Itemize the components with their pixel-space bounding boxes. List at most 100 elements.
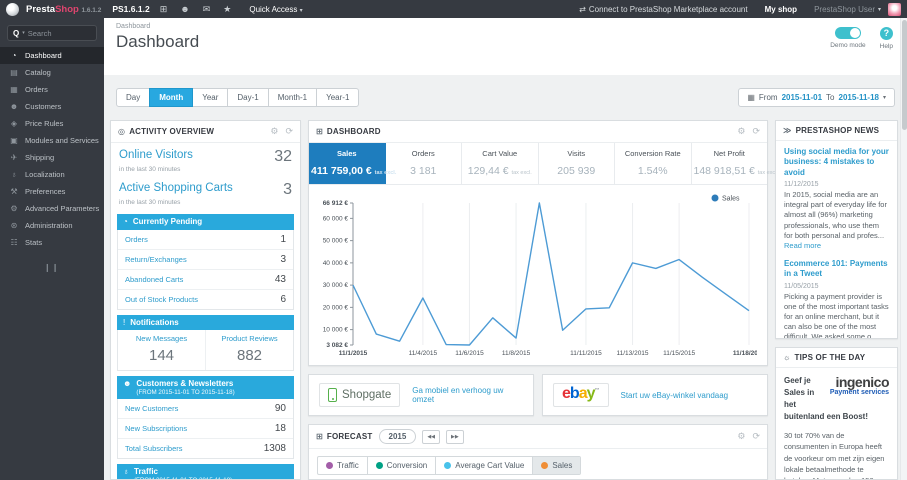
prestashop-logo[interactable] — [6, 2, 19, 16]
gear-icon[interactable]: ⚙ — [737, 126, 745, 137]
ebay-link[interactable]: Start uw eBay-winkel vandaag — [621, 391, 729, 400]
forecast-prev-button[interactable]: ◀◀ — [422, 429, 441, 444]
range-button-year-1[interactable]: Year-1 — [316, 88, 360, 107]
read-more-link[interactable]: Read more — [784, 241, 821, 250]
tab-sales[interactable]: Sales — [532, 457, 581, 474]
refresh-icon[interactable]: ⟳ — [752, 126, 760, 137]
gear-icon[interactable]: ⚙ — [270, 126, 278, 137]
breadcrumb[interactable]: Dashboard — [116, 23, 895, 30]
sidebar-item-customers[interactable]: ☻ Customers — [0, 98, 104, 115]
kpi-metrics-row: Sales 411 759,00 € tax excl. Orders 3 181 … — [309, 143, 778, 185]
shopgate-banner[interactable]: Shopgate Ga mobiel en verhoog uw omzet — [308, 374, 534, 416]
pending-row-abandoned-carts[interactable]: Abandoned Carts 43 — [118, 268, 293, 289]
ebay-banner[interactable]: ebay™ Start uw eBay-winkel vandaag — [542, 374, 768, 416]
range-button-month-1[interactable]: Month-1 — [267, 88, 318, 107]
forecast-year-pill[interactable]: 2015 — [378, 429, 417, 444]
window-scrollbar[interactable] — [900, 18, 907, 480]
sidebar-item-label: Stats — [25, 238, 43, 247]
metric-orders[interactable]: Orders 3 181 — [386, 143, 462, 184]
metric-visits[interactable]: Visits 205 939 — [539, 143, 615, 184]
mail-icon[interactable]: ✉ — [203, 4, 211, 15]
tab-conversion[interactable]: Conversion — [366, 457, 435, 474]
date-range-picker[interactable]: ▦ From 2015-11-01 To 2015-11-18 ▾ — [738, 88, 895, 107]
quick-access-menu[interactable]: Quick Access ▾ — [249, 5, 302, 14]
range-button-year[interactable]: Year — [192, 88, 229, 107]
sidebar-item-stats[interactable]: ☷ Stats — [0, 234, 104, 251]
tab-traffic[interactable]: Traffic — [318, 457, 367, 474]
news-item-title[interactable]: Ecommerce 101: Payments in a Tweet — [784, 259, 889, 280]
globe-icon: ♁ — [11, 170, 17, 179]
new-subscriptions-row[interactable]: New Subscriptions 18 — [118, 418, 293, 438]
product-reviews-cell[interactable]: Product Reviews 882 — [205, 330, 293, 371]
sidebar-item-localization[interactable]: ♁ Localization — [0, 166, 104, 183]
pending-row-out-of-stock[interactable]: Out of Stock Products 6 — [118, 288, 293, 309]
range-button-month[interactable]: Month — [149, 88, 194, 107]
metric-net-profit[interactable]: Net Profit 148 918,51 € tax excl. — [692, 143, 778, 184]
metric-cart-value[interactable]: Cart Value 129,44 € tax excl. — [462, 143, 539, 184]
news-item: Using social media for your business: 4 … — [776, 141, 897, 253]
user-menu[interactable]: PrestaShop User ▾ — [814, 5, 881, 14]
sidebar-collapse-button[interactable]: ❙❙ — [0, 251, 104, 272]
user-avatar[interactable] — [888, 2, 901, 16]
notif-label: New Messages — [135, 334, 188, 344]
search-input[interactable] — [27, 28, 86, 38]
sidebar-item-catalog[interactable]: ▤ Catalog — [0, 64, 104, 81]
sidebar-search[interactable]: Q ▾ — [7, 25, 97, 41]
tab-average-cart-value[interactable]: Average Cart Value — [435, 457, 532, 474]
traffic-dot-icon — [326, 462, 333, 469]
refresh-icon[interactable]: ⟳ — [285, 126, 293, 137]
new-messages-cell[interactable]: New Messages 144 — [118, 330, 205, 370]
news-item-title[interactable]: Using social media for your business: 4 … — [784, 147, 889, 178]
sidebar-item-advanced-parameters[interactable]: ⚙ Advanced Parameters — [0, 200, 104, 217]
activity-overview-panel: ◎ ACTIVITY OVERVIEW ⚙ ⟳ Online Visitors 32 … — [110, 120, 301, 480]
gear-icon[interactable]: ⚙ — [737, 431, 745, 442]
shopgate-link[interactable]: Ga mobiel en verhoog uw omzet — [412, 386, 523, 404]
metric-sales[interactable]: Sales 411 759,00 € tax excl. — [309, 143, 396, 184]
new-customers-row[interactable]: New Customers 90 — [118, 399, 293, 418]
help-icon[interactable]: ? — [879, 27, 893, 40]
marketplace-connect-link[interactable]: ⇄ Connect to PrestaShop Marketplace accou… — [579, 5, 747, 14]
brand-first: Presta — [26, 3, 56, 15]
shop-name[interactable]: PS1.6.1.2 — [112, 4, 149, 14]
bell-icon: ! — [123, 317, 126, 327]
sales-dot-icon — [541, 462, 549, 469]
shipping-icon: ✈ — [10, 153, 18, 162]
sidebar-item-price-rules[interactable]: ◈ Price Rules — [0, 115, 104, 132]
scrollbar-thumb[interactable] — [902, 20, 907, 130]
sidebar-item-orders[interactable]: ▦ Orders — [0, 81, 104, 98]
refresh-icon[interactable]: ⟳ — [752, 431, 760, 442]
total-subscribers-row[interactable]: Total Subscribers 1308 — [118, 438, 293, 458]
sidebar-item-dashboard[interactable]: ◔ Dashboard — [0, 47, 104, 64]
sidebar-item-shipping[interactable]: ✈ Shipping — [0, 149, 104, 166]
online-visitors-stat[interactable]: Online Visitors 32 — [111, 143, 300, 165]
notif-value: 882 — [236, 347, 263, 365]
svg-text:20 000 €: 20 000 € — [323, 304, 349, 311]
active-carts-label: Active Shopping Carts — [119, 182, 233, 194]
metric-conversion-rate[interactable]: Conversion Rate 1.54% — [615, 143, 692, 184]
customers-icon[interactable]: ☻ — [180, 4, 189, 14]
search-icon[interactable]: Q — [13, 29, 19, 38]
pending-row-orders[interactable]: Orders 1 — [118, 230, 293, 249]
trophy-icon[interactable]: ★ — [223, 4, 231, 15]
sidebar-item-administration[interactable]: ⊛ Administration — [0, 217, 104, 234]
svg-text:11/13/2015: 11/13/2015 — [616, 350, 648, 357]
catalog-icon: ▤ — [10, 68, 18, 77]
cart-icon[interactable]: ⊞ — [160, 4, 168, 15]
version-label: 1.6.1.2 — [81, 6, 102, 14]
pending-row-returns[interactable]: Return/Exchanges 3 — [118, 248, 293, 269]
sidebar-item-preferences[interactable]: ⚒ Preferences — [0, 183, 104, 200]
tab-label: Conversion — [386, 461, 428, 470]
range-button-day[interactable]: Day — [116, 88, 151, 107]
range-button-day-1[interactable]: Day-1 — [227, 88, 269, 107]
sidebar-item-label: Modules and Services — [25, 136, 99, 145]
sidebar-item-modules[interactable]: ▣ Modules and Services — [0, 132, 104, 149]
ingenico-logo[interactable]: ingenico Payment services — [830, 375, 890, 397]
demo-mode-toggle[interactable] — [834, 27, 861, 39]
forecast-next-button[interactable]: ▶▶ — [446, 429, 464, 444]
metric-label: Cart Value — [482, 149, 518, 158]
phone-icon — [328, 388, 337, 402]
chevron-down-icon: ▾ — [22, 30, 25, 36]
brand-link[interactable]: PrestaShop 1.6.1.2 — [26, 4, 101, 15]
active-carts-stat[interactable]: Active Shopping Carts 3 — [111, 176, 300, 198]
my-shop-link[interactable]: My shop — [765, 5, 797, 14]
